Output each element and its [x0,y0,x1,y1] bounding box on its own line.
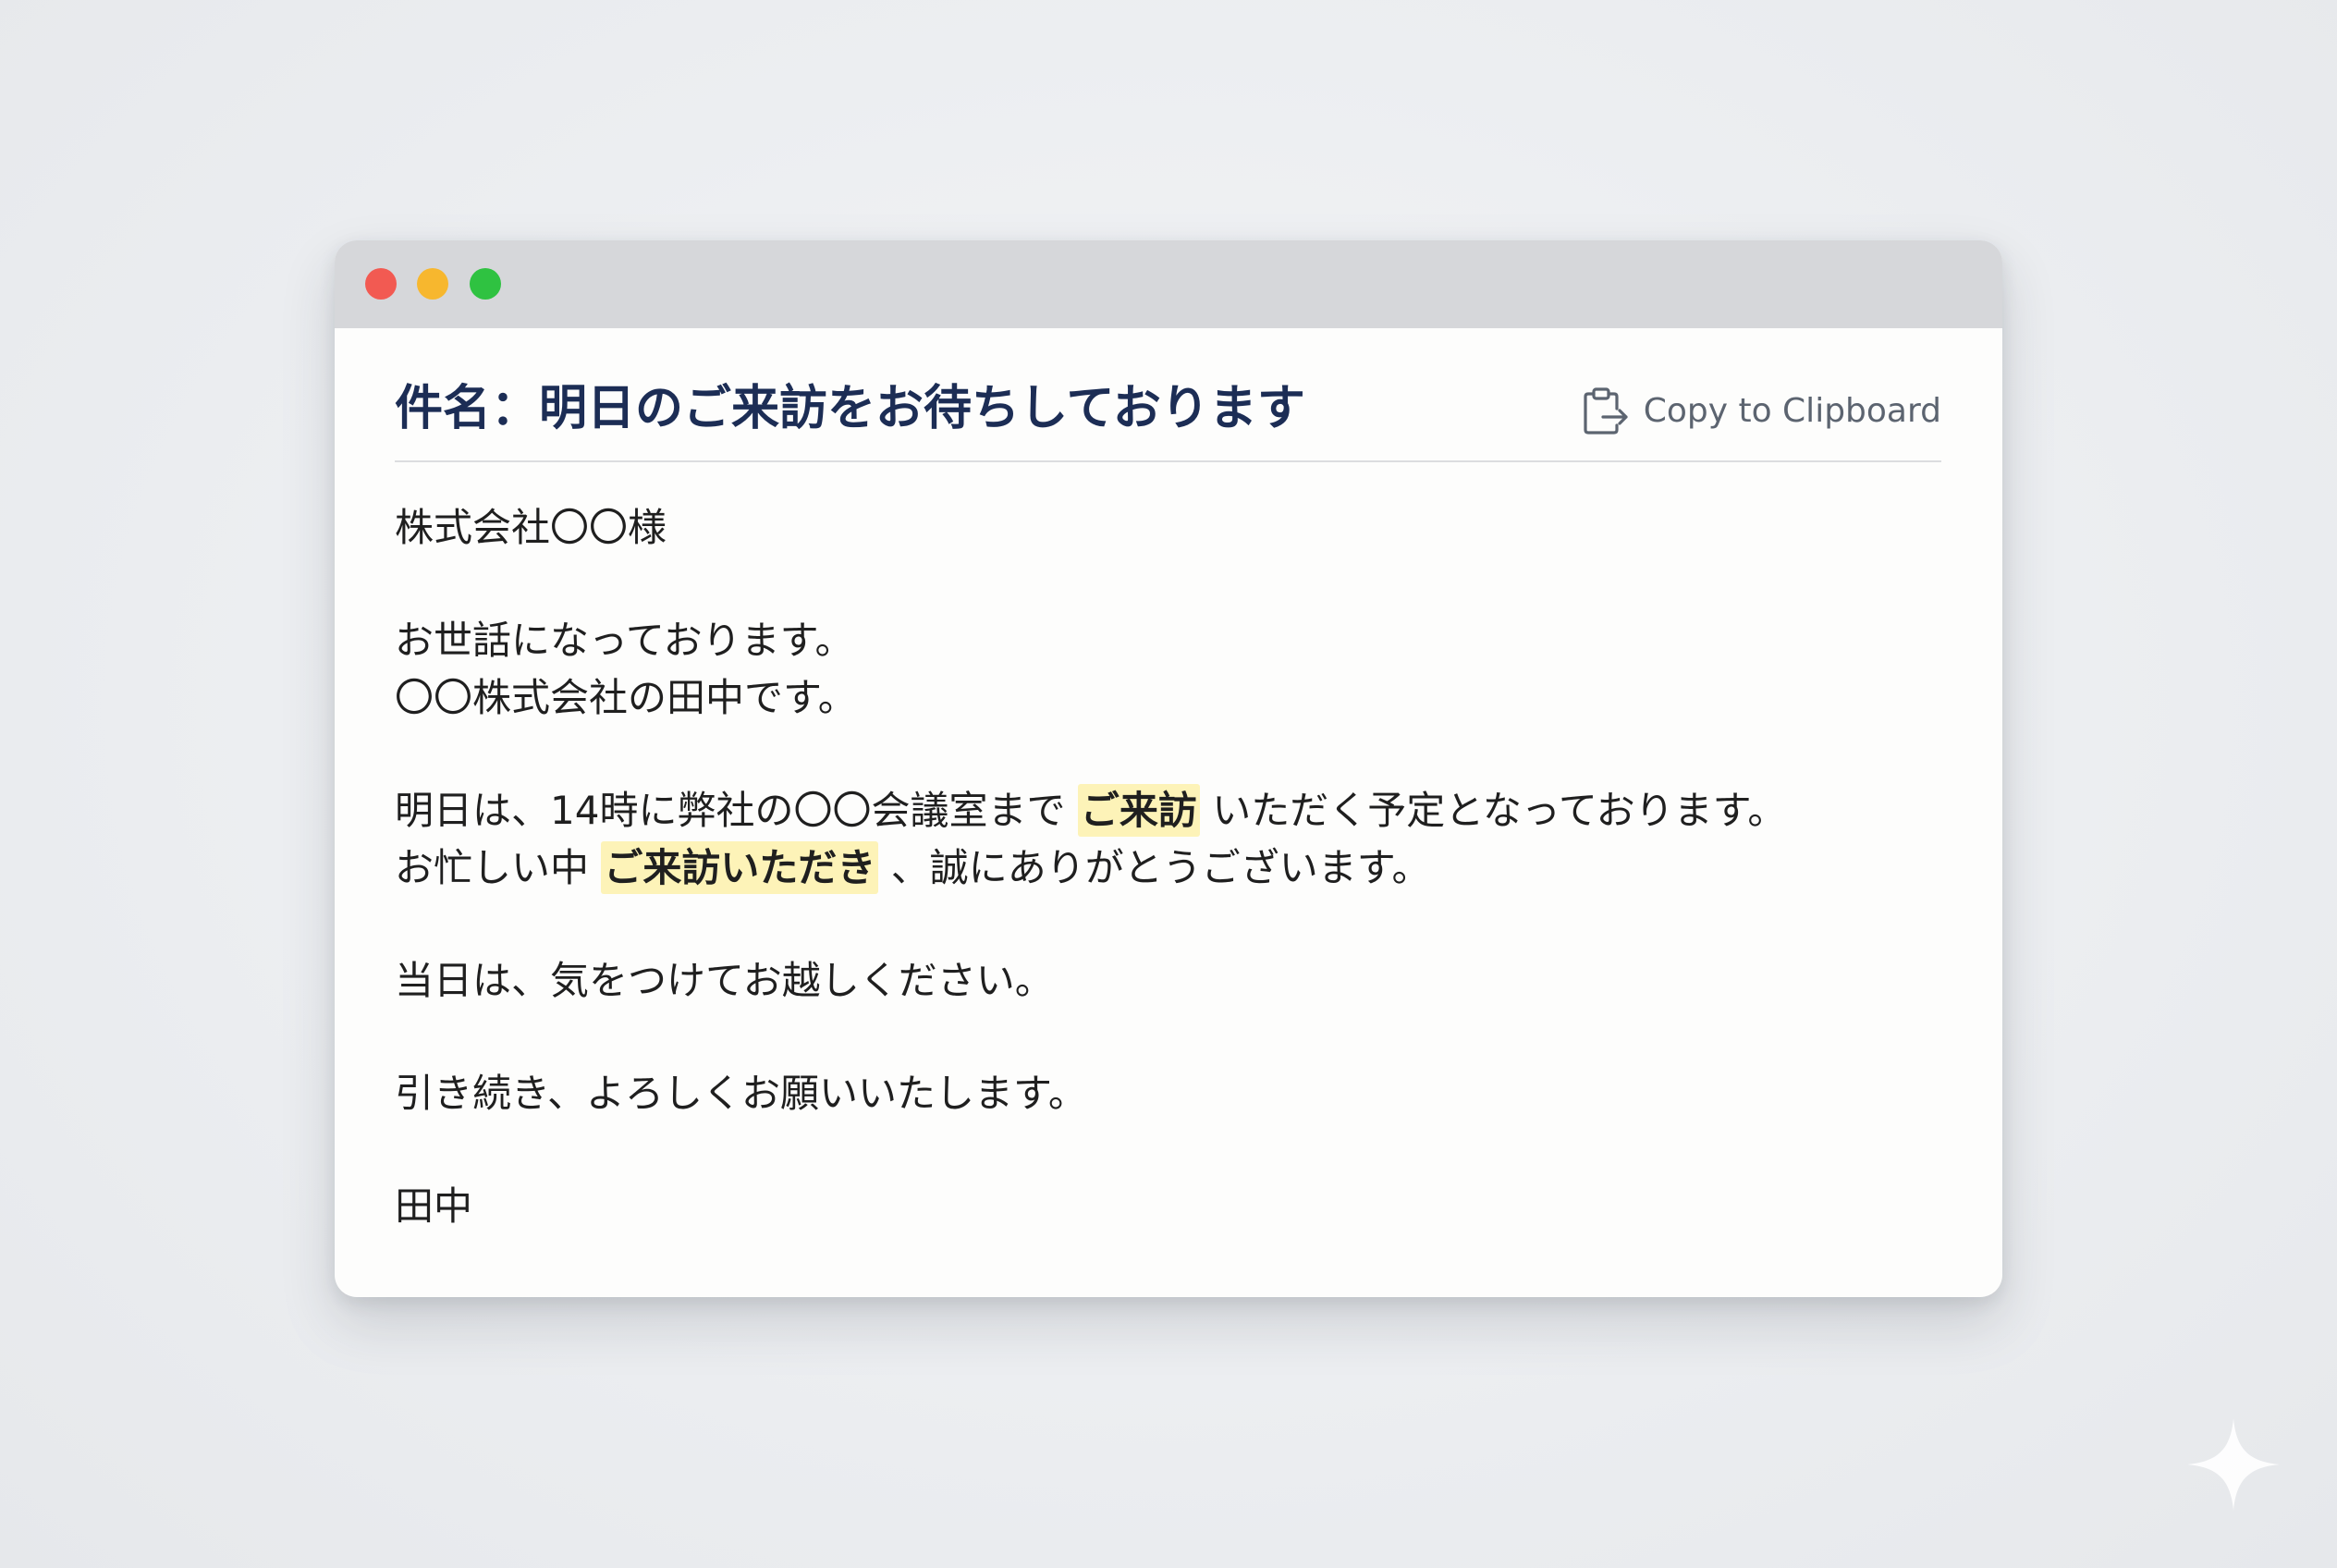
header-divider [395,460,1941,462]
email-subject: 件名：明日のご来訪をお待ちしております [395,381,1305,436]
paragraph-1-line-2: お忙しい中 ご来訪いただき 、誠にありがとうございます。 [395,839,1786,897]
greeting-line-1: お世話になっております。 [395,618,854,663]
paragraph-2: 当日は、気をつけてお越しください。 [395,958,1054,1003]
paragraph-1-line-1: 明日は、14時に弊社の〇〇会議室まで ご来訪 いただく予定となっております。 [395,782,1786,839]
highlighted-phrase: ご来訪 [1077,784,1200,837]
text-segment: 、誠にありがとうございます。 [890,845,1431,890]
clipboard-export-icon [1584,387,1628,435]
greeting-line-2: 〇〇株式会社の田中です。 [395,675,857,720]
text-segment: お忙しい中 [395,845,590,890]
copy-label: Copy to Clipboard [1643,391,1941,430]
email-window: 件名：明日のご来訪をお待ちしております Copy to Clipboard 株式… [335,240,2002,1297]
window-titlebar [335,240,2002,328]
addressee: 株式会社〇〇様 [395,505,667,550]
text-segment: 明日は、14時に弊社の〇〇会議室まで [395,788,1066,833]
text-segment: いただく予定となっております。 [1212,788,1787,833]
close-window-button[interactable] [365,268,397,300]
sparkle-icon [2187,1418,2280,1511]
email-body: 株式会社〇〇様 お世話になっております。 〇〇株式会社の田中です。 明日は、14… [395,499,1786,1235]
minimize-window-button[interactable] [417,268,448,300]
highlighted-phrase: ご来訪いただき [601,841,879,894]
maximize-window-button[interactable] [470,268,501,300]
signature: 田中 [395,1183,473,1229]
copy-to-clipboard-button[interactable]: Copy to Clipboard [1581,377,1941,444]
closing-line: 引き続き、よろしくお願いいたします。 [395,1071,1087,1116]
